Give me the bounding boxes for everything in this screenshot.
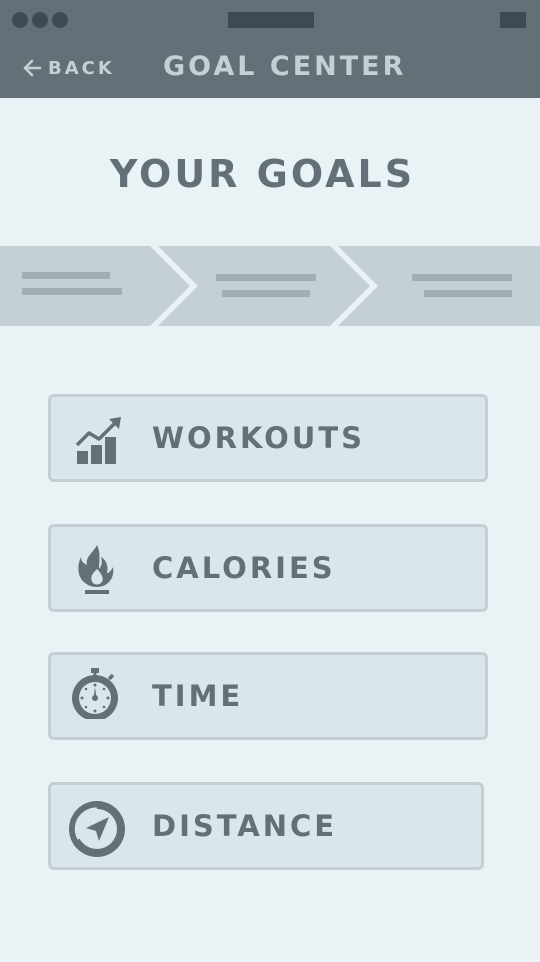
signal-dot xyxy=(52,12,68,28)
arrow-left-icon xyxy=(23,59,42,77)
progress-stepper xyxy=(0,246,540,326)
flame-icon xyxy=(78,545,114,594)
battery-icon xyxy=(500,12,526,28)
compass-icon xyxy=(69,801,125,857)
time-label: TIME xyxy=(152,679,244,713)
workouts-goal-button[interactable]: WORKOUTS xyxy=(48,394,488,482)
page-title: YOUR GOALS xyxy=(109,152,416,196)
bar-chart-trend-icon xyxy=(75,417,121,464)
signal-dot xyxy=(32,12,48,28)
app-header: BACK GOAL CENTER xyxy=(0,0,540,98)
header-title: GOAL CENTER xyxy=(163,51,407,82)
status-bar-time-placeholder xyxy=(228,12,314,28)
calories-goal-button[interactable]: CALORIES xyxy=(48,524,488,612)
calories-label: CALORIES xyxy=(152,551,336,585)
distance-goal-button[interactable]: DISTANCE xyxy=(48,782,484,870)
status-bar-signal-dots xyxy=(12,12,68,28)
signal-dot xyxy=(12,12,28,28)
workouts-label: WORKOUTS xyxy=(152,421,366,455)
stepper-step-1[interactable] xyxy=(0,246,190,326)
back-button[interactable]: BACK xyxy=(22,56,115,80)
stopwatch-icon xyxy=(72,668,118,719)
distance-label: DISTANCE xyxy=(152,809,338,843)
time-goal-button[interactable]: TIME xyxy=(48,652,488,740)
back-label: BACK xyxy=(48,57,115,79)
